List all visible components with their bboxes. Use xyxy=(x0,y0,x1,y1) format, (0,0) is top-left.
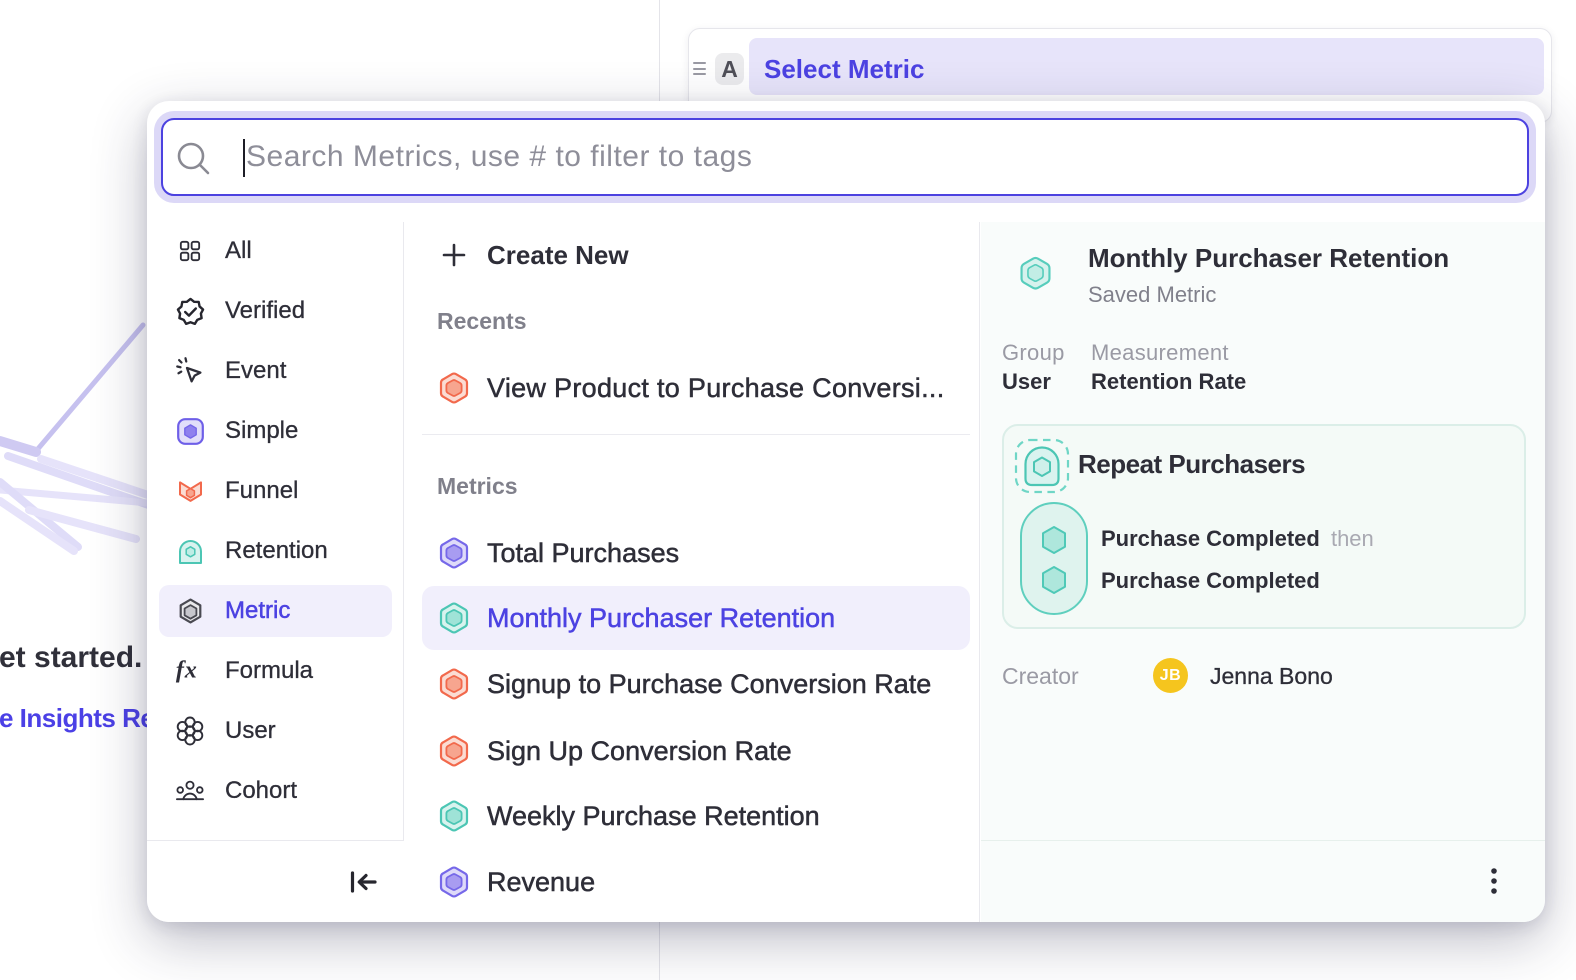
svg-text:fx: fx xyxy=(176,657,198,684)
